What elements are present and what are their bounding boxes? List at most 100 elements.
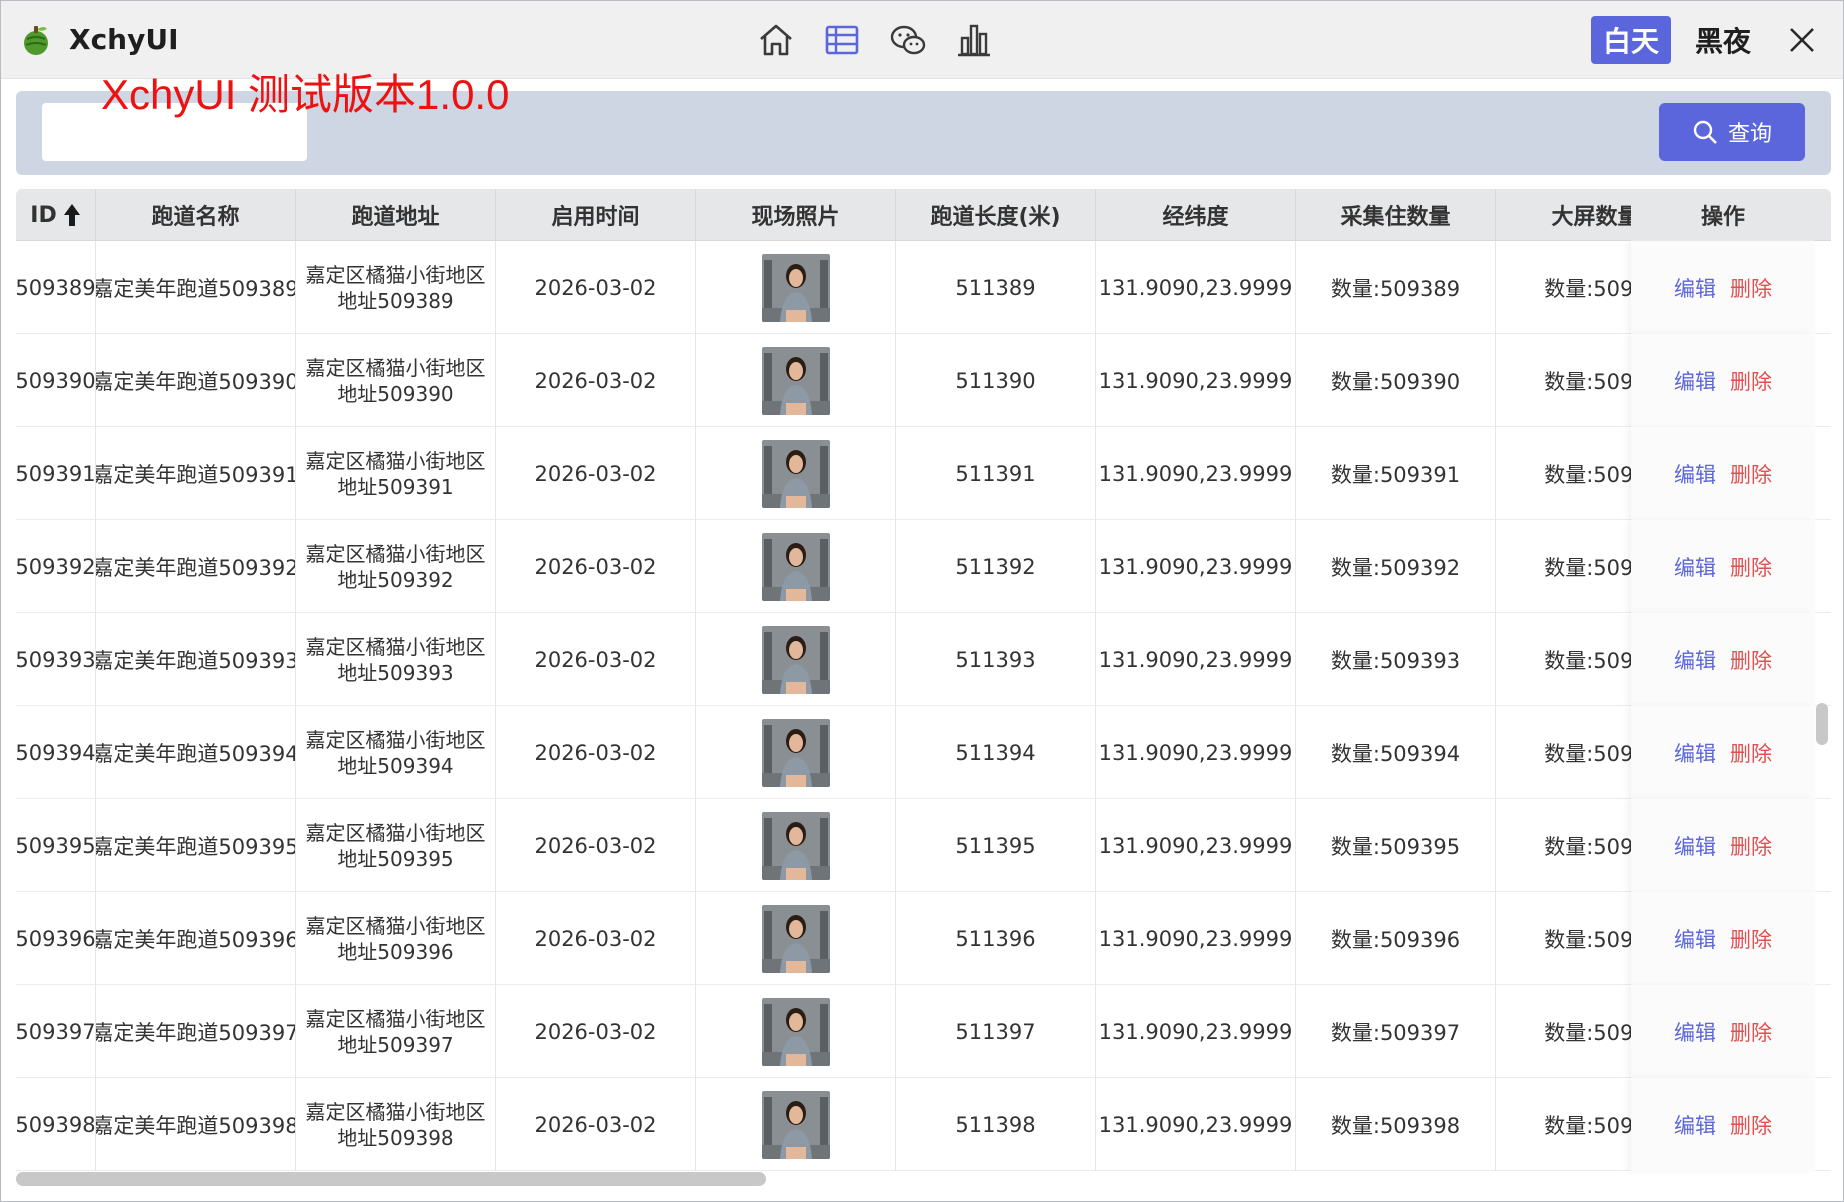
runway-table: ID 跑道名称 跑道地址 启用时间 现场照片 跑道长度(米) 经纬度 采集住数量… bbox=[16, 189, 1831, 1189]
cell-length: 511393 bbox=[896, 613, 1096, 706]
cell-id: 509396 bbox=[16, 892, 96, 985]
cell-length: 511392 bbox=[896, 520, 1096, 613]
app-title: XchyUI bbox=[69, 23, 179, 56]
nav-chart-button[interactable] bbox=[951, 17, 997, 63]
theme-day-button[interactable]: 白天 bbox=[1591, 16, 1671, 64]
cell-coordinates: 131.9090,23.9999 bbox=[1096, 613, 1296, 706]
horizontal-scrollbar[interactable] bbox=[16, 1172, 766, 1186]
table-row[interactable]: 509393 嘉定美年跑道509393 嘉定区橘猫小街地区 地址509393 2026-… bbox=[16, 613, 1831, 706]
search-button[interactable]: 查询 bbox=[1659, 103, 1805, 161]
column-header-photo[interactable]: 现场照片 bbox=[696, 189, 896, 241]
cell-actions: 编辑 删除 bbox=[1631, 334, 1815, 427]
edit-link[interactable]: 编辑 bbox=[1674, 273, 1716, 303]
edit-link[interactable]: 编辑 bbox=[1674, 1110, 1716, 1140]
edit-link[interactable]: 编辑 bbox=[1674, 924, 1716, 954]
edit-link[interactable]: 编辑 bbox=[1674, 366, 1716, 396]
table-row[interactable]: 509396 嘉定美年跑道509396 嘉定区橘猫小街地区 地址509396 2026-… bbox=[16, 892, 1831, 985]
address-line-1: 嘉定区橘猫小街地区 bbox=[305, 1006, 486, 1031]
cell-actions: 编辑 删除 bbox=[1631, 241, 1815, 334]
edit-link[interactable]: 编辑 bbox=[1674, 1017, 1716, 1047]
site-photo-thumbnail[interactable] bbox=[761, 997, 830, 1066]
edit-link[interactable]: 编辑 bbox=[1674, 645, 1716, 675]
vertical-scrollbar[interactable] bbox=[1816, 703, 1828, 745]
delete-link[interactable]: 删除 bbox=[1730, 831, 1772, 861]
cell-coordinates: 131.9090,23.9999 bbox=[1096, 892, 1296, 985]
cell-address: 嘉定区橘猫小街地区 地址509398 bbox=[296, 1078, 496, 1171]
table-row[interactable]: 509389 嘉定美年跑道509389 嘉定区橘猫小街地区 地址509389 2026-… bbox=[16, 241, 1831, 334]
nav-chat-button[interactable] bbox=[885, 17, 931, 63]
site-photo-thumbnail[interactable] bbox=[761, 1090, 830, 1159]
table-row[interactable]: 509397 嘉定美年跑道509397 嘉定区橘猫小街地区 地址509397 2026-… bbox=[16, 985, 1831, 1078]
sort-ascending-icon bbox=[63, 204, 80, 226]
cell-length: 511396 bbox=[896, 892, 1096, 985]
delete-link[interactable]: 删除 bbox=[1730, 738, 1772, 768]
site-photo-thumbnail[interactable] bbox=[761, 904, 830, 973]
delete-link[interactable]: 删除 bbox=[1730, 366, 1772, 396]
cell-collect-count: 数量:509398 bbox=[1296, 1078, 1496, 1171]
cell-address: 嘉定区橘猫小街地区 地址509391 bbox=[296, 427, 496, 520]
version-overlay-text: XchyUI 测试版本1.0.0 bbox=[101, 71, 510, 118]
cell-photo bbox=[696, 520, 896, 613]
site-photo-thumbnail[interactable] bbox=[761, 346, 830, 415]
site-photo-thumbnail[interactable] bbox=[761, 625, 830, 694]
site-photo-thumbnail[interactable] bbox=[761, 439, 830, 508]
table-row[interactable]: 509392 嘉定美年跑道509392 嘉定区橘猫小街地区 地址509392 2026-… bbox=[16, 520, 1831, 613]
site-photo-thumbnail[interactable] bbox=[761, 253, 830, 322]
cell-start-date: 2026-03-02 bbox=[496, 427, 696, 520]
column-header-start-date[interactable]: 启用时间 bbox=[496, 189, 696, 241]
cell-coordinates: 131.9090,23.9999 bbox=[1096, 520, 1296, 613]
column-header-coordinates[interactable]: 经纬度 bbox=[1096, 189, 1296, 241]
nav-home-button[interactable] bbox=[753, 17, 799, 63]
column-header-collect-count[interactable]: 采集住数量 bbox=[1296, 189, 1496, 241]
cell-actions: 编辑 删除 bbox=[1631, 799, 1815, 892]
cell-photo bbox=[696, 892, 896, 985]
delete-link[interactable]: 删除 bbox=[1730, 924, 1772, 954]
delete-link[interactable]: 删除 bbox=[1730, 552, 1772, 582]
delete-link[interactable]: 删除 bbox=[1730, 1110, 1772, 1140]
address-line-2: 地址509398 bbox=[337, 1125, 454, 1150]
cell-actions: 编辑 删除 bbox=[1631, 892, 1815, 985]
cell-address: 嘉定区橘猫小街地区 地址509394 bbox=[296, 706, 496, 799]
delete-link[interactable]: 删除 bbox=[1730, 645, 1772, 675]
column-header-name[interactable]: 跑道名称 bbox=[96, 189, 296, 241]
cell-length: 511398 bbox=[896, 1078, 1096, 1171]
column-header-address[interactable]: 跑道地址 bbox=[296, 189, 496, 241]
site-photo-thumbnail[interactable] bbox=[761, 532, 830, 601]
theme-night-button[interactable]: 黑夜 bbox=[1683, 16, 1763, 64]
nav-table-button[interactable] bbox=[819, 17, 865, 63]
column-header-length[interactable]: 跑道长度(米) bbox=[896, 189, 1096, 241]
address-line-2: 地址509390 bbox=[337, 381, 454, 406]
delete-link[interactable]: 删除 bbox=[1730, 459, 1772, 489]
table-row[interactable]: 509390 嘉定美年跑道509390 嘉定区橘猫小街地区 地址509390 2026-… bbox=[16, 334, 1831, 427]
edit-link[interactable]: 编辑 bbox=[1674, 738, 1716, 768]
cell-collect-count: 数量:509397 bbox=[1296, 985, 1496, 1078]
cell-name: 嘉定美年跑道509391 bbox=[96, 427, 296, 520]
cell-id: 509394 bbox=[16, 706, 96, 799]
edit-link[interactable]: 编辑 bbox=[1674, 831, 1716, 861]
table-row[interactable]: 509394 嘉定美年跑道509394 嘉定区橘猫小街地区 地址509394 2026-… bbox=[16, 706, 1831, 799]
address-line-2: 地址509394 bbox=[337, 753, 454, 778]
table-row[interactable]: 509395 嘉定美年跑道509395 嘉定区橘猫小街地区 地址509395 2026-… bbox=[16, 799, 1831, 892]
cell-length: 511394 bbox=[896, 706, 1096, 799]
cell-start-date: 2026-03-02 bbox=[496, 520, 696, 613]
table-row[interactable]: 509391 嘉定美年跑道509391 嘉定区橘猫小街地区 地址509391 2026-… bbox=[16, 427, 1831, 520]
site-photo-thumbnail[interactable] bbox=[761, 811, 830, 880]
cell-address: 嘉定区橘猫小街地区 地址509396 bbox=[296, 892, 496, 985]
column-header-id[interactable]: ID bbox=[16, 189, 96, 241]
cell-start-date: 2026-03-02 bbox=[496, 799, 696, 892]
cell-actions: 编辑 删除 bbox=[1631, 613, 1815, 706]
delete-link[interactable]: 删除 bbox=[1730, 1017, 1772, 1047]
edit-link[interactable]: 编辑 bbox=[1674, 552, 1716, 582]
cell-id: 509393 bbox=[16, 613, 96, 706]
cell-photo bbox=[696, 427, 896, 520]
close-icon bbox=[1790, 28, 1814, 52]
close-button[interactable] bbox=[1781, 19, 1823, 61]
cell-id: 509398 bbox=[16, 1078, 96, 1171]
address-line-1: 嘉定区橘猫小街地区 bbox=[305, 262, 486, 287]
edit-link[interactable]: 编辑 bbox=[1674, 459, 1716, 489]
table-row[interactable]: 509398 嘉定美年跑道509398 嘉定区橘猫小街地区 地址509398 2026-… bbox=[16, 1078, 1831, 1171]
address-line-2: 地址509389 bbox=[337, 288, 454, 313]
delete-link[interactable]: 删除 bbox=[1730, 273, 1772, 303]
site-photo-thumbnail[interactable] bbox=[761, 718, 830, 787]
cell-photo bbox=[696, 613, 896, 706]
